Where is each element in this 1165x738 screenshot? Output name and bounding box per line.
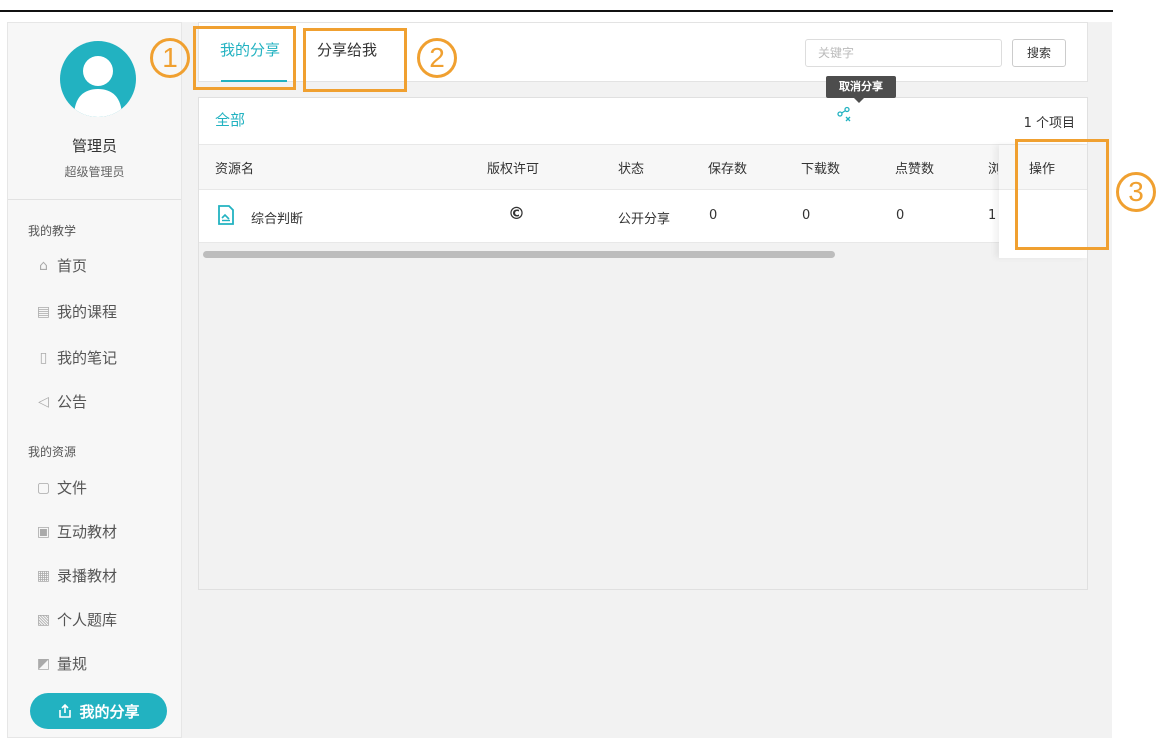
- item-count: 1 个项目: [1023, 116, 1075, 131]
- annotation-marker: 3: [1116, 172, 1156, 212]
- status-text: 公开分享: [618, 212, 671, 227]
- search-input[interactable]: [805, 39, 1002, 67]
- copyright-icon: ©: [508, 204, 525, 224]
- search-button[interactable]: 搜索: [1012, 39, 1066, 67]
- resource-panel: 全部 1 个项目 资源名 版权许可 状态 保存数 下载数 点赞数 浏 综合判断 …: [198, 97, 1088, 590]
- unshare-tooltip: 取消分享: [826, 76, 896, 98]
- sidebar-item-files[interactable]: ▢ 文件: [36, 473, 87, 503]
- sidebar-item-label: 录播教材: [57, 567, 118, 585]
- column-header[interactable]: 版权许可: [487, 158, 539, 177]
- column-header[interactable]: 点赞数: [895, 158, 934, 177]
- table-header: 资源名 版权许可 状态 保存数 下载数 点赞数 浏: [199, 145, 999, 190]
- column-header[interactable]: 浏: [988, 158, 998, 177]
- sidebar-item-notes[interactable]: ▯ 我的笔记: [36, 343, 117, 373]
- download-count: 0: [802, 208, 811, 223]
- sidebar-item-label: 互动教材: [57, 523, 118, 541]
- course-icon: ▤: [36, 303, 51, 320]
- sidebar-item-label: 文件: [57, 479, 88, 497]
- divider: [8, 199, 181, 200]
- sidebar-item-label: 首页: [57, 257, 88, 275]
- user-role: 超级管理员: [64, 165, 125, 179]
- notebook-icon: ▯: [39, 349, 48, 366]
- tooltip-arrow: [854, 98, 864, 103]
- sidebar-item-interactive-books[interactable]: ▣ 互动教材: [36, 517, 117, 547]
- resource-name[interactable]: 综合判断: [251, 208, 303, 227]
- column-header[interactable]: 保存数: [708, 158, 747, 177]
- horizontal-scrollbar[interactable]: [203, 251, 835, 258]
- user-name: 管理员: [71, 137, 117, 155]
- column-header[interactable]: 状态: [618, 158, 644, 177]
- document-icon: [218, 205, 234, 225]
- interactive-book-icon: ▣: [36, 523, 51, 540]
- save-count: 0: [709, 208, 718, 223]
- sidebar-item-rubrics[interactable]: ◩ 量规: [36, 649, 87, 679]
- section-label-teaching: 我的教学: [28, 224, 77, 238]
- annotation-box: [303, 28, 407, 92]
- sidebar-item-label: 公告: [57, 393, 88, 411]
- filter-all[interactable]: 全部: [215, 109, 245, 130]
- sidebar-item-label: 我的分享: [79, 702, 140, 721]
- annotation-box: [1015, 139, 1109, 250]
- recorded-lesson-icon: ▦: [36, 567, 51, 584]
- view-count: 1: [988, 208, 997, 223]
- avatar[interactable]: [60, 41, 136, 117]
- sidebar-item-my-shares[interactable]: 我的分享: [30, 693, 167, 729]
- section-label-resources: 我的资源: [28, 445, 77, 459]
- sidebar-item-label: 我的笔记: [57, 349, 118, 367]
- rubric-icon: ◩: [36, 655, 51, 672]
- like-count: 0: [896, 208, 905, 223]
- annotation-marker: 2: [417, 38, 457, 78]
- sidebar: 管理员 超级管理员 我的教学 ⌂ 首页 ▤ 我的课程 ▯ 我的笔记 ◁ 公告 我…: [7, 22, 182, 738]
- column-header[interactable]: 资源名: [215, 158, 254, 177]
- annotation-marker: 1: [150, 38, 190, 78]
- sidebar-item-label: 量规: [57, 655, 88, 673]
- file-icon: ▢: [36, 479, 51, 496]
- table-row[interactable]: 综合判断 © 公开分享 0 0 0 1: [199, 190, 999, 243]
- sidebar-item-label: 个人题库: [57, 611, 118, 629]
- sidebar-item-question-bank[interactable]: ▧ 个人题库: [36, 605, 117, 635]
- unshare-icon[interactable]: [836, 106, 852, 122]
- sidebar-item-home[interactable]: ⌂ 首页: [36, 251, 87, 281]
- sidebar-item-label: 我的课程: [57, 303, 118, 321]
- question-bank-icon: ▧: [36, 611, 51, 628]
- panel-header: 全部 1 个项目: [199, 98, 1087, 145]
- sidebar-item-courses[interactable]: ▤ 我的课程: [36, 297, 117, 327]
- sidebar-item-recorded-lessons[interactable]: ▦ 录播教材: [36, 561, 117, 591]
- column-header[interactable]: 下载数: [801, 158, 840, 177]
- megaphone-icon: ◁: [38, 393, 49, 410]
- annotation-box: [193, 26, 296, 90]
- user-silhouette-icon: [74, 56, 122, 117]
- top-divider: [0, 10, 1113, 12]
- share-icon: [59, 703, 72, 718]
- sidebar-item-announcements[interactable]: ◁ 公告: [36, 387, 87, 417]
- home-icon: ⌂: [39, 257, 48, 274]
